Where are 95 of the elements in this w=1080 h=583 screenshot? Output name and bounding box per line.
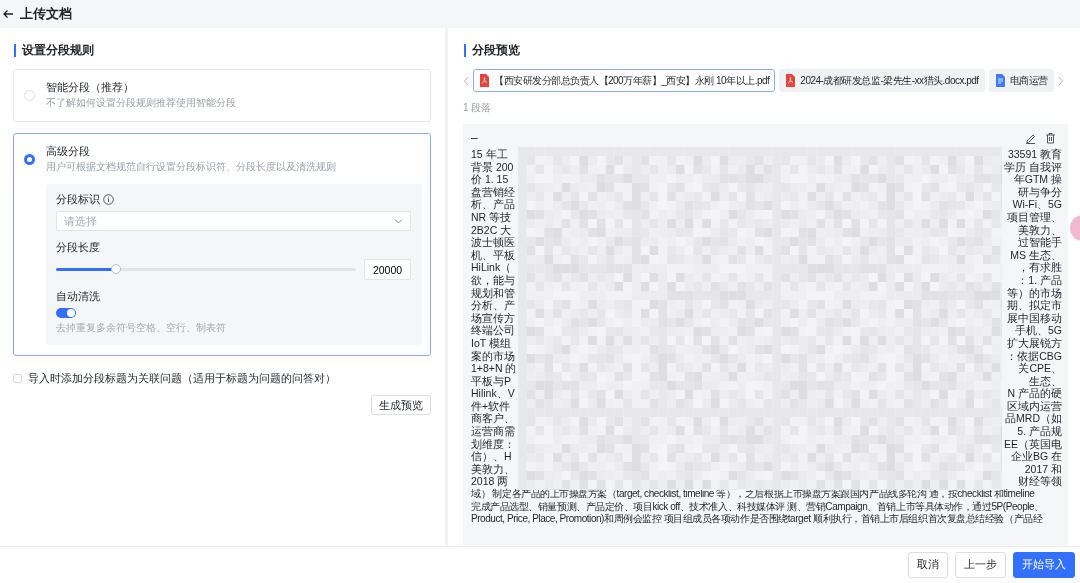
text-fragment: ：1. 产品: [1017, 273, 1062, 287]
text-fragment: 关CPE、: [1018, 362, 1062, 375]
text-fragment: 生态、: [1029, 374, 1062, 388]
text-fragment: 等）的市场: [1007, 286, 1062, 300]
text-fragment: IoT 模组: [471, 336, 511, 350]
footer-button[interactable]: 开始导入: [1013, 552, 1075, 578]
text-fragment: 项目管理、: [1007, 210, 1062, 224]
text-fragment: 品MRD（如: [1005, 412, 1062, 426]
field-label: 分段长度: [56, 240, 100, 254]
text-fragment: 学历 自我评: [1004, 160, 1062, 174]
section-heading: 设置分段规则: [14, 44, 431, 57]
text-fragment: 分析、产: [471, 299, 515, 312]
footer-button[interactable]: 上一步: [955, 552, 1006, 578]
text-fragment: Wi-Fi、5G: [1012, 198, 1062, 211]
page-title: 上传文档: [20, 5, 72, 24]
text-fragment: 件+软件: [471, 399, 511, 413]
text-fragment: 33591 教育: [1007, 148, 1062, 161]
text-fragment: 过智能手: [1018, 236, 1062, 249]
checkbox-label: 导入时添加分段标题为关联问题（适用于标题为问题的问答对）: [28, 371, 336, 386]
delete-icon[interactable]: [1045, 132, 1056, 144]
preview-button[interactable]: 生成预览: [371, 394, 431, 415]
text-line: 完成产品选型、销量预测、产品定价、项目kick off、技术准入、科技媒体评 测、营销Campaign、首销上市等具体动作，通过5P(People、: [471, 500, 1045, 513]
text-fragment: ，有求胜: [1018, 261, 1062, 274]
pdf-icon: [785, 74, 797, 87]
text-fragment: 美敦力、: [1018, 223, 1062, 236]
text-fragment: 盘营销经: [471, 185, 515, 199]
chevron-left-icon[interactable]: [463, 75, 469, 86]
hint-text: 去掉重复多余符号空格、空行、制表符: [56, 321, 227, 335]
text-line: Product, Price, Place, Promotion)和周例会监控 项目组成员各项动作是否围绕target 顺利执行，首销上市后组织首次复盘总结经验（产品经: [471, 513, 1044, 526]
text-fragment: N 产品的硬: [1007, 387, 1062, 400]
text-fragment: 2017 和: [1024, 462, 1062, 476]
text-fragment: 价 1. 15: [471, 173, 509, 186]
text-fragment: 财经等领: [1018, 475, 1062, 489]
file-tab[interactable]: 【西安研发分部总负责人【200万年薪】_西安】永刚 10年以上.pdf: [473, 69, 776, 92]
segment-title: –: [471, 130, 478, 147]
text-fragment: 规划和管: [471, 286, 515, 300]
file-tab[interactable]: 2024-成都研发总监-梁先生-xx猎头.docx.pdf: [779, 69, 985, 92]
checkbox[interactable]: [13, 374, 22, 384]
text-fragment: 2018 两: [471, 475, 509, 488]
info-icon[interactable]: [103, 193, 114, 205]
text-fragment: 期、拟定市: [1007, 299, 1062, 312]
text-fragment: 机、平板: [471, 248, 515, 262]
option-description: 用户可根据文档规范自行设置分段标识符、分段长度以及清洗规则: [46, 160, 337, 174]
text-fragment: NR 等技: [471, 210, 512, 224]
text-fragment: 企业BG 在: [1010, 450, 1062, 463]
text-fragment: 年GTM 操: [1013, 173, 1062, 186]
field-label: 自动清洗: [56, 289, 100, 303]
edit-icon[interactable]: [1025, 132, 1036, 144]
toggle-switch[interactable]: [56, 308, 76, 318]
text-fragment: 欲，能与: [471, 273, 515, 287]
chevron-right-icon[interactable]: [1057, 75, 1064, 86]
field-label: 分段标识: [56, 192, 100, 206]
pdf-icon: [479, 74, 490, 87]
radio-button[interactable]: [24, 154, 35, 165]
text-fragment: 运营商需: [471, 425, 515, 438]
option-description: 不了解如何设置分段规则推荐使用智能分段: [46, 96, 237, 110]
option-title: 高级分段: [46, 144, 91, 159]
option-card[interactable]: 智能分段（推荐） 不了解如何设置分段规则推荐使用智能分段: [13, 69, 431, 122]
text-fragment: 案的市场: [471, 349, 515, 363]
text-fragment: ：依据CBG: [1006, 349, 1062, 363]
paragraph-count: 1 段落: [463, 101, 493, 115]
text-fragment: 15 年工: [471, 148, 508, 161]
text-fragment: 波士顿医: [471, 236, 515, 249]
document-icon: [994, 74, 1006, 87]
text-fragment: HiLink（: [471, 261, 512, 274]
text-fragment: 场宣传方: [471, 311, 515, 325]
option-title: 智能分段（推荐）: [46, 80, 135, 95]
text-fragment: 2B2C 大: [471, 223, 512, 237]
chevron-down-icon: [394, 218, 403, 224]
section-heading: 分段预览: [464, 44, 1068, 57]
text-fragment: 5. 产品规: [1017, 425, 1062, 438]
back-icon[interactable]: [2, 8, 14, 20]
text-fragment: 划维度：: [471, 437, 515, 451]
text-fragment: 商客户、: [471, 412, 515, 426]
text-fragment: 平板与P: [471, 374, 511, 388]
text-fragment: 析、产品: [471, 198, 515, 211]
text-fragment: MS 生态、: [1010, 248, 1062, 262]
text-fragment: 扩大展锐方: [1007, 336, 1062, 350]
number-field[interactable]: 20000: [364, 259, 411, 280]
text-fragment: 1+8+N 的: [471, 362, 517, 375]
text-fragment: Hilink、V: [471, 387, 515, 400]
text-fragment: 信）、H: [471, 450, 512, 463]
footer-button[interactable]: 取消: [908, 552, 948, 578]
text-fragment: 美敦力、: [471, 462, 515, 476]
file-tab[interactable]: 电商运营: [988, 69, 1054, 92]
text-fragment: 手机、5G: [1015, 324, 1062, 337]
text-fragment: 终端公司: [471, 324, 515, 337]
text-fragment: 研与争分: [1018, 185, 1062, 199]
text-fragment: EE（英国电: [1004, 437, 1062, 451]
text-fragment: 展中国移动: [1007, 311, 1062, 324]
select-field[interactable]: 请选择: [56, 211, 411, 231]
text-fragment: 背景 200: [471, 160, 514, 174]
slider-thumb[interactable]: [111, 264, 121, 274]
text-fragment: 区域内运营: [1007, 399, 1062, 413]
option-card[interactable]: 高级分段 用户可根据文档规范自行设置分段标识符、分段长度以及清洗规则 分段标识 请选择 分段长度 20000 自动清洗 去掉重复多余符号空格、空行、制表符: [13, 133, 431, 356]
